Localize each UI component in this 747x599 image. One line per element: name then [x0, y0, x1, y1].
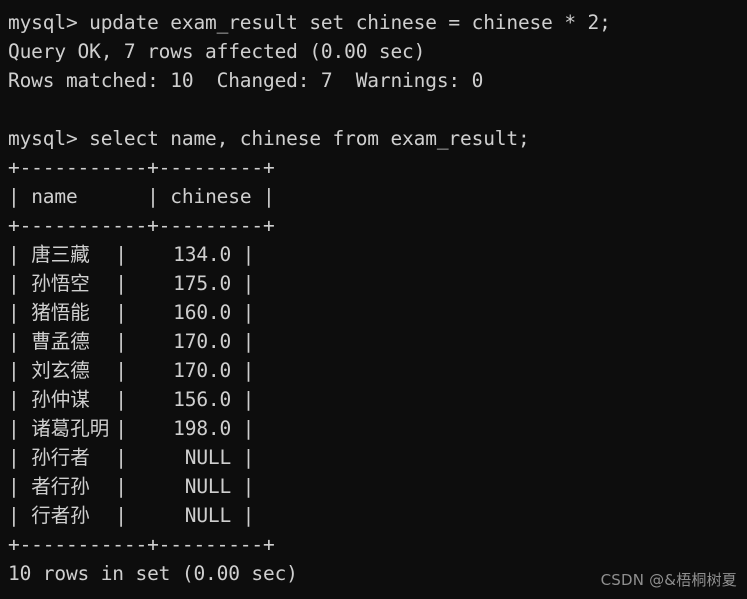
- table-rule-top: +-----------+---------+: [8, 156, 275, 179]
- cell-chinese: 175.0 |: [138, 272, 255, 295]
- cell-chinese: 156.0 |: [138, 388, 255, 411]
- column-header-chinese: chinese: [170, 185, 252, 208]
- table-row: | 行者孙 | NULL |: [8, 501, 747, 530]
- row-border-left: |: [8, 504, 32, 527]
- row-border-mid: |: [115, 388, 139, 411]
- cell-chinese: 170.0 |: [138, 330, 255, 353]
- cell-name: 孙行者: [31, 446, 90, 469]
- table-row: | 者行孙 | NULL |: [8, 472, 747, 501]
- table-row: | 猪悟能 | 160.0 |: [8, 298, 747, 327]
- table-header-prefix: |: [8, 185, 32, 208]
- table-row: | 曹孟德 | 170.0 |: [8, 327, 747, 356]
- cell-name: 孙仲谋: [31, 388, 90, 411]
- column-header-name: name: [31, 185, 78, 208]
- table-row: | 唐三藏 | 134.0 |: [8, 240, 747, 269]
- row-border-mid: |: [115, 301, 139, 324]
- status-line-rows-matched: Rows matched: 10 Changed: 7 Warnings: 0: [8, 69, 484, 92]
- row-border-mid: |: [115, 446, 139, 469]
- cell-name: 行者孙: [31, 504, 90, 527]
- row-border-left: |: [8, 417, 32, 440]
- table-header-row: | name | chinese |: [8, 182, 747, 211]
- cell-chinese: 198.0 |: [138, 417, 255, 440]
- row-border-left: |: [8, 272, 32, 295]
- table-header-suffix: |: [251, 185, 275, 208]
- table-rule-bottom: +-----------+---------+: [8, 533, 275, 556]
- table-row: | 孙仲谋 | 156.0 |: [8, 385, 747, 414]
- row-border-left: |: [8, 388, 32, 411]
- cell-name: 曹孟德: [31, 330, 90, 353]
- cell-name: 诸葛孔明: [31, 417, 110, 440]
- cell-name: 猪悟能: [31, 301, 90, 324]
- cell-chinese: 134.0 |: [138, 243, 255, 266]
- row-border-left: |: [8, 243, 32, 266]
- terminal-window[interactable]: mysql> update exam_result set chinese = …: [0, 0, 747, 599]
- status-line-query-ok: Query OK, 7 rows affected (0.00 sec): [8, 40, 426, 63]
- row-border-left: |: [8, 446, 32, 469]
- table-row: | 孙行者 | NULL |: [8, 443, 747, 472]
- row-border-mid: |: [115, 504, 139, 527]
- command-line-update: mysql> update exam_result set chinese = …: [8, 11, 611, 34]
- row-border-left: |: [8, 475, 32, 498]
- row-border-mid: |: [115, 243, 139, 266]
- row-border-left: |: [8, 301, 32, 324]
- row-border-mid: |: [115, 359, 139, 382]
- cell-chinese: NULL |: [138, 475, 255, 498]
- row-border-mid: |: [115, 272, 139, 295]
- cell-name: 孙悟空: [31, 272, 90, 295]
- row-border-left: |: [8, 330, 32, 353]
- table-row: | 刘玄德 | 170.0 |: [8, 356, 747, 385]
- watermark: CSDN @&梧桐树夏: [600, 571, 737, 589]
- table-row: | 诸葛孔明 | 198.0 |: [8, 414, 747, 443]
- row-border-mid: |: [115, 475, 139, 498]
- cell-name: 者行孙: [31, 475, 90, 498]
- command-line-select: mysql> select name, chinese from exam_re…: [8, 127, 530, 150]
- row-border-mid: |: [115, 330, 139, 353]
- table-row: | 孙悟空 | 175.0 |: [8, 269, 747, 298]
- cell-chinese: NULL |: [138, 446, 255, 469]
- cell-name: 唐三藏: [31, 243, 90, 266]
- row-border-left: |: [8, 359, 32, 382]
- table-rule-mid: +-----------+---------+: [8, 214, 275, 237]
- cell-name: 刘玄德: [31, 359, 90, 382]
- row-border-mid: |: [115, 417, 139, 440]
- cell-chinese: NULL |: [138, 504, 255, 527]
- cell-chinese: 170.0 |: [138, 359, 255, 382]
- table-header-gap: |: [77, 185, 171, 208]
- cell-chinese: 160.0 |: [138, 301, 255, 324]
